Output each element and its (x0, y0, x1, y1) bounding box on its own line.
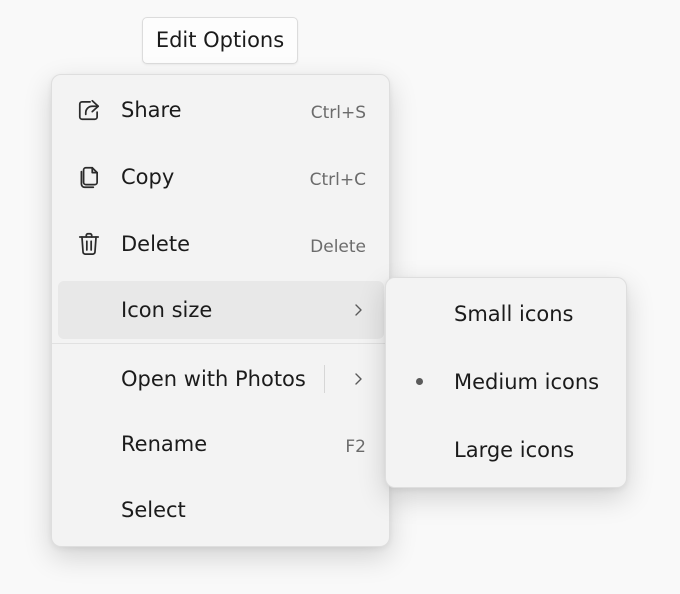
chevron-right-icon[interactable] (350, 371, 366, 387)
menu-item-delete[interactable]: Delete Delete (58, 215, 384, 273)
submenu-item-large-icons[interactable]: Large icons (392, 421, 620, 479)
submenu-item-medium-icons[interactable]: Medium icons (392, 353, 620, 411)
submenu-item-label: Large icons (454, 438, 575, 462)
menu-item-label: Share (121, 98, 182, 122)
trash-icon (76, 231, 102, 257)
share-icon (76, 97, 102, 123)
copy-icon (76, 164, 102, 190)
submenu-item-label: Medium icons (454, 370, 600, 394)
menu-item-icon-size[interactable]: Icon size (58, 281, 384, 339)
menu-item-open-with-photos[interactable]: Open with Photos (58, 350, 384, 408)
menu-item-label: Copy (121, 165, 175, 189)
edit-options-button[interactable]: Edit Options (142, 17, 298, 64)
stage: Edit Options Share Ctrl+S Copy Ctrl+C De… (0, 0, 680, 594)
shortcut-label: F2 (345, 437, 366, 457)
menu-item-label: Select (121, 498, 186, 522)
submenu-item-small-icons[interactable]: Small icons (392, 285, 620, 343)
menu-item-label: Icon size (121, 298, 213, 322)
shortcut-label: Ctrl+C (309, 170, 366, 190)
split-separator (324, 365, 325, 393)
submenu-item-label: Small icons (454, 302, 574, 326)
menu-item-share[interactable]: Share Ctrl+S (58, 81, 384, 139)
menu-item-select[interactable]: Select (58, 481, 384, 539)
menu-divider (52, 343, 389, 344)
menu-item-rename[interactable]: Rename F2 (58, 415, 384, 473)
menu-item-label: Rename (121, 432, 208, 456)
menu-item-label: Open with Photos (121, 367, 306, 391)
selected-bullet-icon (416, 378, 423, 385)
shortcut-label: Ctrl+S (310, 103, 366, 123)
context-menu: Share Ctrl+S Copy Ctrl+C Delete Delete I… (51, 74, 390, 547)
chevron-right-icon (350, 302, 366, 318)
icon-size-submenu: Small icons Medium icons Large icons (385, 277, 627, 488)
menu-item-label: Delete (121, 232, 190, 256)
menu-item-copy[interactable]: Copy Ctrl+C (58, 148, 384, 206)
shortcut-label: Delete (310, 237, 366, 257)
